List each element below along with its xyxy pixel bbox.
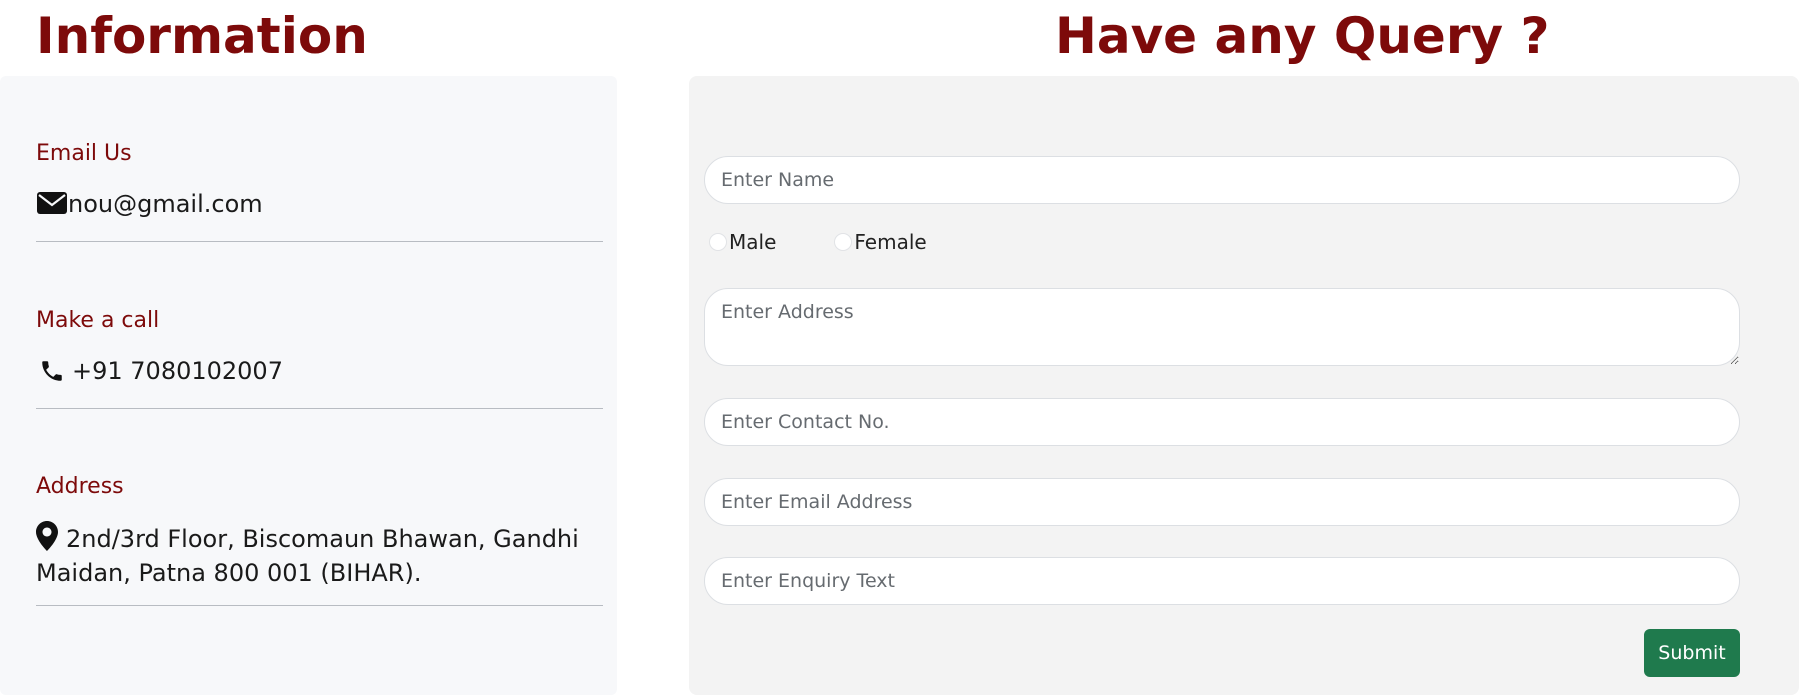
gender-female-option[interactable]: Female: [834, 230, 927, 254]
address-label: Address: [36, 474, 124, 499]
gender-radio-group: Male Female: [709, 230, 927, 254]
map-pin-icon: [36, 521, 58, 558]
address-value-row: 2nd/3rd Floor, Biscomaun Bhawan, Gandhi …: [36, 521, 603, 588]
male-label: Male: [729, 230, 777, 254]
male-radio[interactable]: [709, 233, 727, 251]
address-text: 2nd/3rd Floor, Biscomaun Bhawan, Gandhi …: [36, 525, 579, 587]
envelope-icon: [36, 189, 68, 217]
submit-button[interactable]: Submit: [1644, 629, 1740, 677]
query-form-panel: Male Female Submit: [689, 76, 1799, 695]
call-info-block: Make a call +91 7080102007: [36, 307, 603, 409]
enquiry-text-input[interactable]: [704, 557, 1740, 605]
call-label: Make a call: [36, 308, 160, 333]
gender-male-option[interactable]: Male: [709, 230, 776, 254]
name-input[interactable]: [704, 156, 1740, 204]
email-address-input[interactable]: [704, 478, 1740, 526]
email-value-row: nou@gmail.com: [36, 189, 603, 219]
query-heading: Have any Query ?: [1055, 7, 1550, 65]
phone-icon: [38, 356, 66, 386]
information-panel: Email Us nou@gmail.com Make a call +91 7…: [0, 76, 617, 695]
information-heading: Information: [36, 7, 368, 65]
female-radio[interactable]: [834, 233, 853, 251]
email-info-block: Email Us nou@gmail.com: [36, 140, 603, 242]
phone-number-text[interactable]: +91 7080102007: [72, 356, 283, 386]
address-textarea[interactable]: [704, 288, 1740, 366]
female-label: Female: [854, 230, 927, 254]
address-info-block: Address 2nd/3rd Floor, Biscomaun Bhawan,…: [36, 473, 603, 606]
contact-number-input[interactable]: [704, 398, 1740, 446]
phone-value-row: +91 7080102007: [36, 356, 603, 386]
email-address-text[interactable]: nou@gmail.com: [68, 189, 263, 219]
email-label: Email Us: [36, 141, 132, 166]
